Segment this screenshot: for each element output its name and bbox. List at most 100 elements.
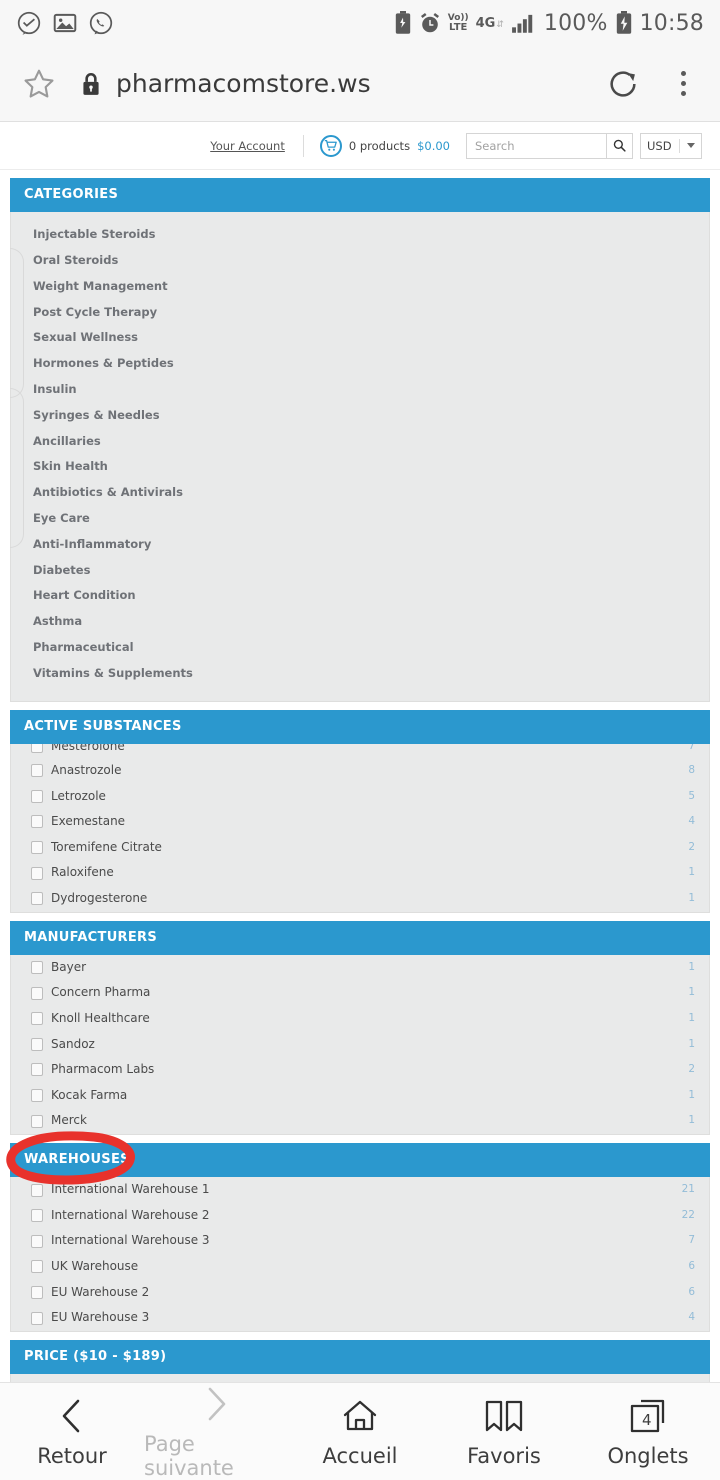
- facet-row[interactable]: Anastrozole 8: [11, 758, 709, 784]
- nav-tabs-button[interactable]: 4 Onglets: [576, 1396, 720, 1468]
- facet-row[interactable]: International Warehouse 3 7: [11, 1228, 709, 1254]
- checkbox-icon[interactable]: [31, 1234, 43, 1248]
- checkbox-icon[interactable]: [31, 1209, 43, 1223]
- category-item[interactable]: Pharmaceutical: [11, 635, 709, 661]
- facet-row[interactable]: Letrozole 5: [11, 784, 709, 810]
- nav-back-button[interactable]: Retour: [0, 1396, 144, 1468]
- shopping-cart-icon: [319, 134, 342, 157]
- browser-url-bar: pharmacomstore.ws: [0, 46, 720, 122]
- checkbox-icon[interactable]: [31, 892, 43, 906]
- currency-divider: [678, 138, 680, 153]
- message-circle-icon: [17, 11, 41, 35]
- chevron-down-icon: [686, 143, 695, 148]
- checkbox-icon[interactable]: [31, 1114, 43, 1128]
- url-text[interactable]: pharmacomstore.ws: [116, 69, 371, 98]
- active-substances-header: ACTIVE SUBSTANCES: [10, 709, 710, 744]
- checkbox-icon[interactable]: [31, 789, 43, 803]
- currency-selector[interactable]: USD: [640, 132, 702, 159]
- facet-row[interactable]: Kocak Farma 1: [11, 1083, 709, 1109]
- battery-saver-icon: [395, 11, 410, 34]
- notification-icons: [16, 10, 114, 36]
- facet-row[interactable]: Mesterolone 7: [11, 743, 709, 758]
- facet-row[interactable]: International Warehouse 2 22: [11, 1203, 709, 1229]
- facet-count: 1: [688, 891, 695, 904]
- category-item[interactable]: Syringes & Needles: [11, 403, 709, 429]
- star-icon[interactable]: [22, 67, 56, 101]
- checkbox-icon[interactable]: [31, 1063, 43, 1077]
- facet-label: Pharmacom Labs: [51, 1062, 155, 1077]
- nav-home-button[interactable]: Accueil: [288, 1396, 432, 1468]
- category-item[interactable]: Sexual Wellness: [11, 325, 709, 351]
- category-item[interactable]: Oral Steroids: [11, 248, 709, 274]
- facet-row[interactable]: Toremifene Citrate 2: [11, 835, 709, 861]
- category-item[interactable]: Skin Health: [11, 454, 709, 480]
- category-item[interactable]: Antibiotics & Antivirals: [11, 480, 709, 506]
- category-item[interactable]: Hormones & Peptides: [11, 351, 709, 377]
- category-item[interactable]: Ancillaries: [11, 429, 709, 455]
- nav-bookmarks-label: Favoris: [467, 1443, 541, 1468]
- category-item[interactable]: Eye Care: [11, 506, 709, 532]
- clock-time: 10:58: [639, 10, 704, 36]
- facet-label: Bayer: [51, 959, 87, 974]
- facet-row[interactable]: Bayer 1: [11, 955, 709, 981]
- facet-row[interactable]: International Warehouse 1 21: [11, 1177, 709, 1203]
- facet-count: 6: [688, 1260, 695, 1272]
- facet-row[interactable]: Merck 1: [11, 1108, 709, 1134]
- facet-row[interactable]: Knoll Healthcare 1: [11, 1006, 709, 1032]
- checkbox-icon[interactable]: [31, 1260, 43, 1274]
- checkbox-icon[interactable]: [31, 841, 43, 855]
- facet-count: 2: [688, 840, 695, 853]
- checkbox-icon[interactable]: [31, 815, 43, 829]
- facet-row[interactable]: UK Warehouse 6: [11, 1254, 709, 1280]
- facet-row[interactable]: Sandoz 1: [11, 1032, 709, 1058]
- category-item[interactable]: Weight Management: [11, 274, 709, 300]
- facet-row[interactable]: Exemestane 4: [11, 809, 709, 835]
- facet-count: 8: [688, 763, 695, 776]
- checkbox-icon[interactable]: [31, 1183, 43, 1197]
- nav-forward-button[interactable]: Page suivante: [144, 1384, 288, 1480]
- 4g-data-icon: 4G ⇵: [476, 17, 504, 30]
- checkbox-icon[interactable]: [31, 1089, 43, 1103]
- search-input[interactable]: [466, 132, 606, 159]
- checkbox-icon[interactable]: [31, 1037, 43, 1051]
- browser-bottom-nav: Retour Page suivante Accueil Favoris 4 O…: [0, 1382, 720, 1480]
- checkbox-icon[interactable]: [31, 1311, 43, 1325]
- nav-bookmarks-button[interactable]: Favoris: [432, 1396, 576, 1468]
- facet-label: International Warehouse 3: [51, 1233, 210, 1248]
- checkbox-icon[interactable]: [31, 1012, 43, 1026]
- facet-row[interactable]: EU Warehouse 2 6: [11, 1280, 709, 1306]
- facet-row[interactable]: Pharmacom Labs 2: [11, 1057, 709, 1083]
- facet-count: 4: [688, 1311, 695, 1324]
- kebab-menu-icon[interactable]: [668, 67, 698, 101]
- category-item[interactable]: Diabetes: [11, 558, 709, 584]
- your-account-link[interactable]: Your Account: [210, 134, 304, 157]
- search-button[interactable]: [606, 132, 633, 159]
- category-item[interactable]: Injectable Steroids: [11, 222, 709, 248]
- facet-row[interactable]: Dydrogesterone 1: [11, 886, 709, 912]
- volte-icon: Vo)) LTE: [448, 13, 469, 33]
- facet-label: EU Warehouse 2: [51, 1284, 150, 1299]
- checkbox-icon[interactable]: [31, 1285, 43, 1299]
- category-item[interactable]: Vitamins & Supplements: [11, 661, 709, 687]
- checkbox-icon[interactable]: [31, 961, 43, 975]
- volte-bottom: LTE: [448, 21, 468, 33]
- category-item[interactable]: Insulin: [11, 377, 709, 403]
- checkbox-icon[interactable]: [31, 743, 43, 754]
- nav-back-label: Retour: [37, 1443, 107, 1468]
- facet-count: 21: [681, 1183, 695, 1196]
- checkbox-icon[interactable]: [31, 866, 43, 880]
- category-item[interactable]: Asthma: [11, 609, 709, 635]
- facet-count: 5: [688, 789, 695, 802]
- facet-row[interactable]: Concern Pharma 1: [11, 980, 709, 1006]
- cart-summary[interactable]: 0 products $0.00: [304, 134, 466, 157]
- checkbox-icon[interactable]: [31, 986, 43, 1000]
- category-item[interactable]: Heart Condition: [11, 583, 709, 609]
- facet-label: Merck: [51, 1113, 87, 1128]
- facet-row[interactable]: EU Warehouse 3 4: [11, 1305, 709, 1331]
- facet-row[interactable]: Raloxifene 1: [11, 860, 709, 886]
- checkbox-icon[interactable]: [31, 764, 43, 778]
- search-box: [466, 132, 633, 159]
- reload-icon[interactable]: [606, 67, 640, 101]
- category-item[interactable]: Post Cycle Therapy: [11, 300, 709, 326]
- category-item[interactable]: Anti-Inflammatory: [11, 532, 709, 558]
